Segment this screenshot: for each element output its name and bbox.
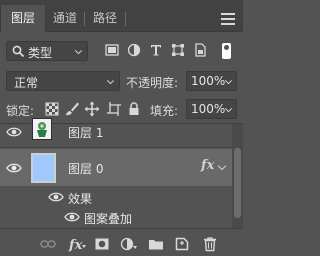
svg-text:fx: fx <box>68 238 83 252</box>
layer-thumbnail <box>32 118 52 140</box>
chevron-down-icon <box>224 105 233 113</box>
layers-bottom-toolbar: fx <box>0 228 243 256</box>
new-adjustment-layer-icon[interactable] <box>120 236 138 252</box>
layer-effects-badge[interactable]: fx <box>201 158 214 173</box>
filter-toggle[interactable] <box>222 43 231 59</box>
link-layers-icon[interactable] <box>40 236 56 252</box>
effects-row[interactable]: 效果 <box>0 187 232 206</box>
effect-item-pattern-overlay[interactable]: 图案叠加 <box>0 207 232 227</box>
opacity-field[interactable]: 100% <box>186 71 237 91</box>
layer-row-layer-0[interactable]: 图层 0 fx <box>0 149 232 186</box>
chevron-down-icon[interactable] <box>217 161 227 171</box>
fill-field[interactable]: 100% <box>186 99 237 119</box>
lock-transparent-pixels-icon[interactable] <box>44 101 60 117</box>
smart-object-filter-icon[interactable] <box>192 42 208 58</box>
search-icon <box>12 45 25 58</box>
image-filter-icon[interactable] <box>104 42 120 58</box>
blend-row: 正常 不透明度: 100% <box>0 68 243 96</box>
lock-position-icon[interactable] <box>84 101 100 117</box>
layer-name[interactable]: 图层 0 <box>68 160 103 177</box>
layers-list: 图层 1 图层 0 fx 效果 图案叠加 <box>0 118 243 228</box>
adjustment-filter-icon[interactable] <box>126 42 142 58</box>
lock-label: 锁定: <box>6 104 35 118</box>
filter-kind-dropdown[interactable]: 类型 <box>6 41 88 61</box>
fill-label: 填充: <box>150 104 179 118</box>
tab-paths[interactable]: 路径 <box>85 5 125 32</box>
add-layer-mask-icon[interactable] <box>94 236 110 252</box>
layer-row-layer-1[interactable]: 图层 1 <box>0 118 232 148</box>
chevron-down-icon <box>74 47 83 55</box>
fill-value: 100% <box>191 102 226 116</box>
new-layer-icon[interactable] <box>174 236 190 252</box>
panel-tab-bar: 图层 通道 路径 <box>0 0 243 32</box>
lock-all-icon[interactable] <box>126 101 142 117</box>
lock-artboard-icon[interactable] <box>106 101 122 117</box>
new-group-icon[interactable] <box>148 236 164 252</box>
shape-filter-icon[interactable] <box>170 42 186 58</box>
type-filter-icon[interactable] <box>148 42 164 58</box>
panel-menu-icon[interactable] <box>221 13 235 25</box>
layer-thumbnail <box>31 153 56 183</box>
eye-icon[interactable] <box>6 126 22 138</box>
add-layer-style-icon[interactable]: fx <box>68 236 86 252</box>
tab-divider <box>125 12 126 26</box>
tab-layers[interactable]: 图层 <box>0 5 46 32</box>
layer-name[interactable]: 图层 1 <box>68 124 103 141</box>
blend-mode-dropdown[interactable]: 正常 <box>6 71 120 91</box>
eye-icon[interactable] <box>48 191 64 203</box>
eye-icon[interactable] <box>6 162 22 174</box>
filter-kind-label: 类型 <box>28 46 53 60</box>
eye-icon[interactable] <box>64 211 80 223</box>
character-thumbnail-icon <box>37 122 47 137</box>
opacity-label: 不透明度: <box>126 76 179 90</box>
chevron-down-icon <box>224 77 233 85</box>
blend-mode-value: 正常 <box>14 76 39 90</box>
opacity-value: 100% <box>191 74 226 88</box>
tab-channels[interactable]: 通道 <box>46 5 84 32</box>
chevron-down-icon <box>106 77 115 85</box>
layer-filter-row: 类型 <box>0 32 243 68</box>
effects-label: 效果 <box>68 192 93 206</box>
delete-layer-icon[interactable] <box>202 236 218 252</box>
lock-image-pixels-icon[interactable] <box>64 101 80 117</box>
effect-name: 图案叠加 <box>84 212 133 226</box>
scrollbar-thumb[interactable] <box>234 148 241 218</box>
layers-scrollbar[interactable] <box>232 124 243 228</box>
